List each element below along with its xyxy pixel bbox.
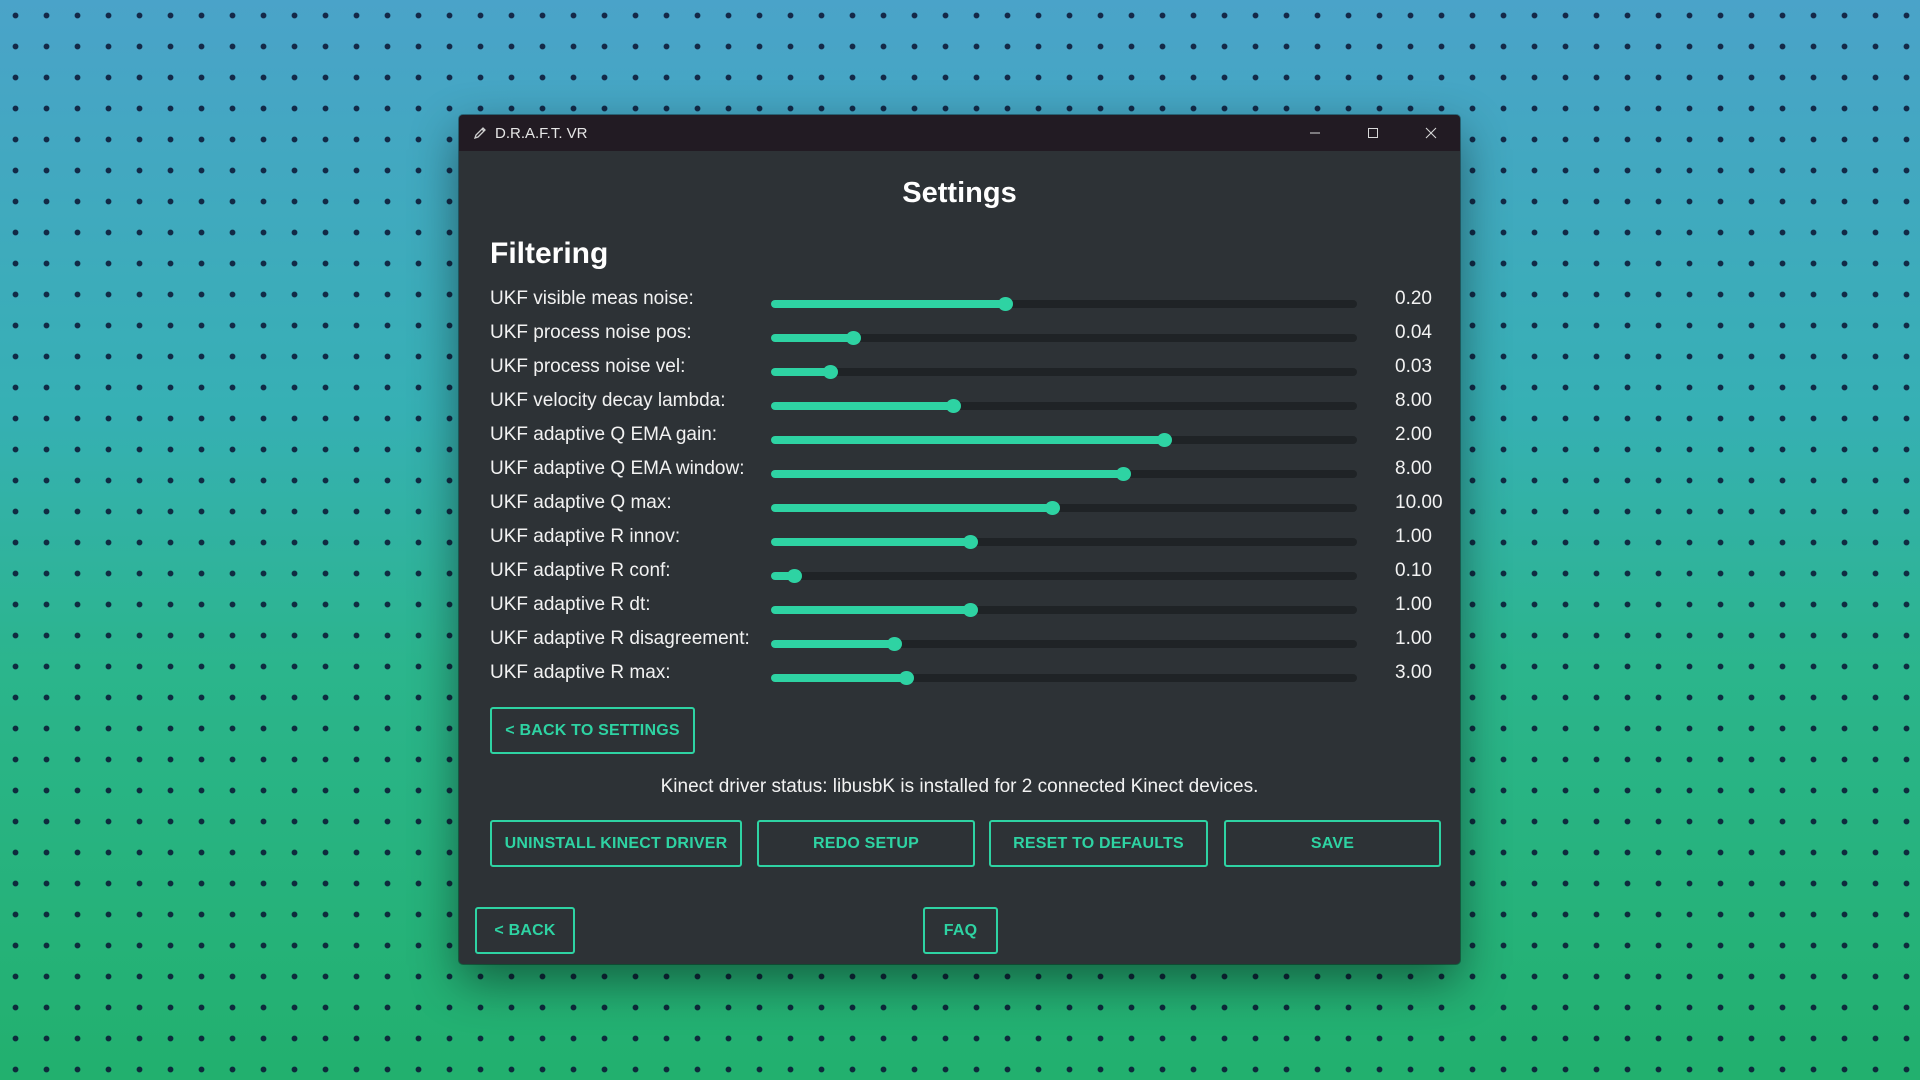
slider-label: UKF adaptive R innov: [490, 526, 681, 547]
back-to-settings-button[interactable]: < BACK TO SETTINGS [490, 707, 695, 754]
slider-value: 0.10 [1395, 560, 1432, 581]
slider-row: UKF adaptive R max: 3.00 [490, 659, 1432, 689]
slider-fill [771, 402, 953, 410]
maximize-button[interactable] [1344, 115, 1402, 151]
slider-fill [771, 368, 830, 376]
slider-value: 0.04 [1395, 322, 1432, 343]
slider-row: UKF process noise pos: 0.04 [490, 319, 1432, 349]
slider-value: 1.00 [1395, 628, 1432, 649]
slider-row: UKF adaptive R innov: 1.00 [490, 523, 1432, 553]
slider-track[interactable] [771, 501, 1357, 515]
slider-row: UKF velocity decay lambda: 8.00 [490, 387, 1432, 417]
slider-track[interactable] [771, 535, 1357, 549]
slider-label: UKF process noise vel: [490, 356, 686, 377]
slider-thumb[interactable] [887, 637, 903, 651]
redo-setup-button[interactable]: REDO SETUP [757, 820, 975, 867]
slider-thumb[interactable] [846, 331, 862, 345]
app-window: D.R.A.F.T. VR Settings Filtering UKF vis… [459, 115, 1460, 964]
slider-row: UKF adaptive R dt: 1.00 [490, 591, 1432, 621]
slider-fill [771, 674, 906, 682]
slider-row: UKF adaptive R conf: 0.10 [490, 557, 1432, 587]
slider-label: UKF process noise pos: [490, 322, 692, 343]
slider-track[interactable] [771, 637, 1357, 651]
slider-fill [771, 606, 971, 614]
desktop-background: { "window": { "title": "D.R.A.F.T. VR" }… [0, 0, 1920, 1080]
slider-track[interactable] [771, 671, 1357, 685]
title-bar[interactable]: D.R.A.F.T. VR [459, 115, 1460, 151]
slider-label: UKF adaptive R max: [490, 662, 671, 683]
slider-track[interactable] [771, 399, 1357, 413]
slider-label: UKF visible meas noise: [490, 288, 694, 309]
slider-fill [771, 300, 1006, 308]
slider-thumb[interactable] [998, 297, 1014, 311]
slider-row: UKF adaptive Q max: 10.00 [490, 489, 1443, 519]
close-button[interactable] [1402, 115, 1460, 151]
slider-fill [771, 436, 1164, 444]
slider-row: UKF process noise vel: 0.03 [490, 353, 1432, 383]
save-button[interactable]: SAVE [1224, 820, 1441, 867]
slider-label: UKF adaptive R conf: [490, 560, 671, 581]
page-title: Settings [902, 177, 1017, 209]
slider-value: 3.00 [1395, 662, 1432, 683]
slider-value: 2.00 [1395, 424, 1432, 445]
slider-track[interactable] [771, 365, 1357, 379]
slider-value: 0.03 [1395, 356, 1432, 377]
slider-fill [771, 538, 971, 546]
slider-track[interactable] [771, 569, 1357, 583]
window-controls [1286, 115, 1460, 151]
slider-fill [771, 640, 895, 648]
slider-label: UKF adaptive R dt: [490, 594, 651, 615]
slider-track[interactable] [771, 467, 1357, 481]
slider-track[interactable] [771, 331, 1357, 345]
slider-value: 1.00 [1395, 594, 1432, 615]
slider-thumb[interactable] [1156, 433, 1172, 447]
slider-track[interactable] [771, 433, 1357, 447]
slider-fill [771, 334, 854, 342]
slider-label: UKF adaptive Q EMA gain: [490, 424, 718, 445]
slider-thumb[interactable] [963, 535, 979, 549]
slider-row: UKF adaptive R disagreement: 1.00 [490, 625, 1432, 655]
slider-label: UKF velocity decay lambda: [490, 390, 726, 411]
slider-value: 0.20 [1395, 288, 1432, 309]
pencil-icon [471, 124, 489, 142]
slider-label: UKF adaptive R disagreement: [490, 628, 750, 649]
minimize-icon [1310, 132, 1320, 134]
slider-value: 8.00 [1395, 390, 1432, 411]
window-title: D.R.A.F.T. VR [495, 124, 588, 142]
reset-to-defaults-button[interactable]: RESET TO DEFAULTS [989, 820, 1208, 867]
slider-track[interactable] [771, 297, 1357, 311]
slider-value: 10.00 [1395, 492, 1443, 513]
slider-row: UKF adaptive Q EMA window: 8.00 [490, 455, 1432, 485]
kinect-driver-status: Kinect driver status: libusbK is install… [660, 776, 1259, 797]
slider-track[interactable] [771, 603, 1357, 617]
slider-thumb[interactable] [1115, 467, 1131, 481]
slider-thumb[interactable] [822, 365, 838, 379]
faq-button[interactable]: FAQ [923, 907, 998, 954]
slider-label: UKF adaptive Q max: [490, 492, 672, 513]
slider-fill [771, 470, 1123, 478]
slider-value: 8.00 [1395, 458, 1432, 479]
close-icon [1425, 127, 1437, 139]
maximize-icon [1368, 128, 1378, 138]
section-title-filtering: Filtering [490, 237, 609, 270]
slider-fill [771, 504, 1053, 512]
slider-value: 1.00 [1395, 526, 1432, 547]
slider-thumb[interactable] [1045, 501, 1061, 515]
slider-thumb[interactable] [963, 603, 979, 617]
minimize-button[interactable] [1286, 115, 1344, 151]
uninstall-kinect-driver-button[interactable]: UNINSTALL KINECT DRIVER [490, 820, 742, 867]
slider-thumb[interactable] [945, 399, 961, 413]
slider-thumb[interactable] [787, 569, 803, 583]
slider-row: UKF adaptive Q EMA gain: 2.00 [490, 421, 1432, 451]
slider-label: UKF adaptive Q EMA window: [490, 458, 745, 479]
slider-thumb[interactable] [898, 671, 914, 685]
back-button[interactable]: < BACK [475, 907, 575, 954]
slider-row: UKF visible meas noise: 0.20 [490, 285, 1432, 315]
